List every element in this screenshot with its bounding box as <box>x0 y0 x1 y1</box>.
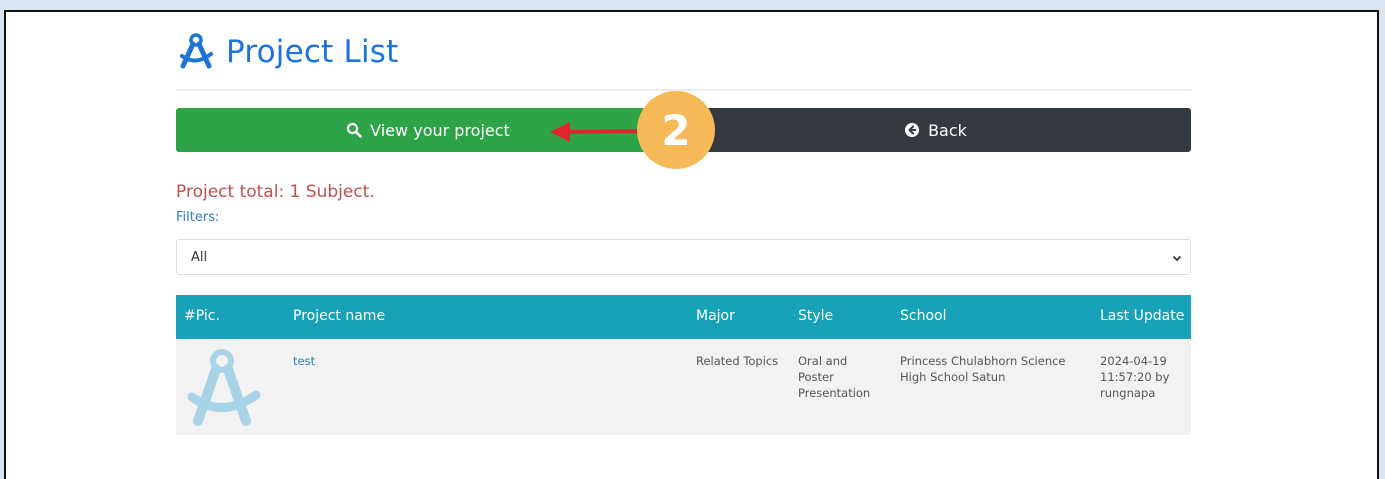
filter-select[interactable]: All <box>176 239 1191 275</box>
last-update-cell: 2024-04-19 11:57:20 by rungnapa <box>1100 353 1169 401</box>
page-header: Project List <box>176 32 399 72</box>
header-divider <box>176 89 1191 91</box>
column-header-project-name: Project name <box>293 308 386 324</box>
column-header-pic: #Pic. <box>184 308 220 324</box>
back-label: Back <box>928 120 967 140</box>
style-line: Oral and <box>798 354 848 368</box>
project-total-text: Project total: 1 Subject. <box>176 182 375 202</box>
chevron-down-icon <box>1172 252 1182 262</box>
page-title: Project List <box>226 34 399 70</box>
project-name-link[interactable]: test <box>293 353 315 369</box>
view-project-label: View your project <box>370 120 510 140</box>
compass-icon <box>176 32 216 72</box>
school-line: High School Satun <box>900 370 1006 384</box>
table-row: test Related Topics Oral and Poster Pres… <box>176 339 1191 435</box>
major-cell: Related Topics <box>696 354 779 368</box>
column-header-school: School <box>900 308 947 324</box>
last-update-line: 2024-04-19 <box>1100 354 1167 368</box>
style-line: Poster <box>798 370 834 384</box>
column-header-style: Style <box>798 308 834 324</box>
step-badge: 2 <box>637 91 715 169</box>
last-update-line: 11:57:20 by <box>1100 370 1170 384</box>
search-icon <box>346 122 362 138</box>
school-line: Princess Chulabhorn Science <box>900 354 1066 368</box>
circle-arrow-left-icon <box>904 122 920 138</box>
style-line: Presentation <box>798 386 871 400</box>
filters-label: Filters: <box>176 210 220 225</box>
style-cell: Oral and Poster Presentation <box>798 353 870 401</box>
compass-icon <box>184 347 264 433</box>
table-header: #Pic. Project name Major Style School La… <box>176 295 1191 339</box>
annotation-arrow <box>550 122 647 142</box>
back-button[interactable]: Back <box>680 108 1191 152</box>
column-header-last-update: Last Update <box>1100 308 1185 324</box>
filter-selected-value: All <box>191 249 208 265</box>
school-cell: Princess Chulabhorn Science High School … <box>900 353 1066 385</box>
last-update-line: rungnapa <box>1100 386 1156 400</box>
column-header-major: Major <box>696 308 735 324</box>
